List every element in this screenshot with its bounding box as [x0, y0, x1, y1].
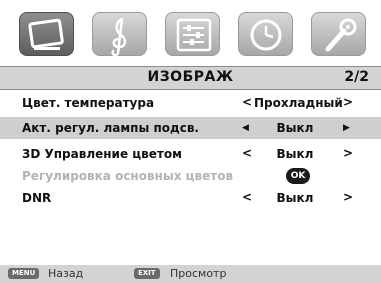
footer-hint-bar: MENU Назад EXIT Просмотр [0, 265, 381, 283]
menu-item-label: Цвет. температура [22, 96, 155, 110]
right-arrow-icon[interactable]: > [343, 95, 353, 109]
right-triangle-icon[interactable]: ▶ [343, 123, 350, 133]
tab-picture[interactable] [19, 12, 74, 56]
menu-header: ИЗОБРАЖ 2/2 [0, 67, 381, 89]
tv-screen-icon [28, 18, 64, 50]
tab-tools[interactable] [311, 12, 366, 56]
menu-item-value: Выкл [276, 121, 314, 135]
left-triangle-icon[interactable]: ◀ [242, 123, 249, 133]
menu-item-dnr[interactable]: DNR < Выкл > [0, 187, 381, 209]
clock-icon [250, 19, 282, 51]
menu-item-label: 3D Управление цветом [22, 147, 182, 161]
menu-item-active-backlight[interactable]: Акт. регул. лампы подсв. ◀ Выкл ▶ [0, 117, 381, 139]
left-arrow-icon[interactable]: < [242, 95, 252, 109]
menu-item-label: DNR [22, 191, 52, 205]
left-arrow-icon[interactable]: < [242, 190, 252, 204]
page-title: ИЗОБРАЖ [147, 69, 234, 85]
view-label: Просмотр [170, 267, 227, 280]
wrench-icon [325, 18, 357, 52]
treble-clef-icon [111, 17, 127, 57]
menu-item-color-temperature[interactable]: Цвет. температура < Прохладный > [0, 92, 381, 114]
back-label: Назад [48, 267, 84, 280]
menu-key[interactable]: MENU [8, 268, 40, 279]
menu-item-label: Регулировка основных цветов [22, 169, 234, 183]
menu-item-3d-color-management[interactable]: 3D Управление цветом < Выкл > [0, 143, 381, 165]
right-arrow-icon[interactable]: > [343, 146, 353, 160]
ok-button[interactable]: OK [286, 168, 310, 184]
menu-item-value: Выкл [276, 191, 314, 205]
sliders-icon [176, 18, 212, 52]
tab-setup[interactable] [165, 12, 220, 56]
menu-item-value: Выкл [276, 147, 314, 161]
menu-item-label: Акт. регул. лампы подсв. [22, 121, 199, 135]
tab-time[interactable] [238, 12, 293, 56]
right-arrow-icon[interactable]: > [343, 190, 353, 204]
divider [0, 89, 381, 90]
menu-item-base-color-adjustment[interactable]: Регулировка основных цветов OK [0, 165, 381, 187]
exit-key[interactable]: EXIT [134, 268, 160, 279]
left-arrow-icon[interactable]: < [242, 146, 252, 160]
menu-item-value: Прохладный [254, 96, 343, 110]
page-indicator: 2/2 [344, 69, 369, 85]
tab-sound[interactable] [92, 12, 147, 57]
menu-icon-bar [0, 0, 381, 66]
